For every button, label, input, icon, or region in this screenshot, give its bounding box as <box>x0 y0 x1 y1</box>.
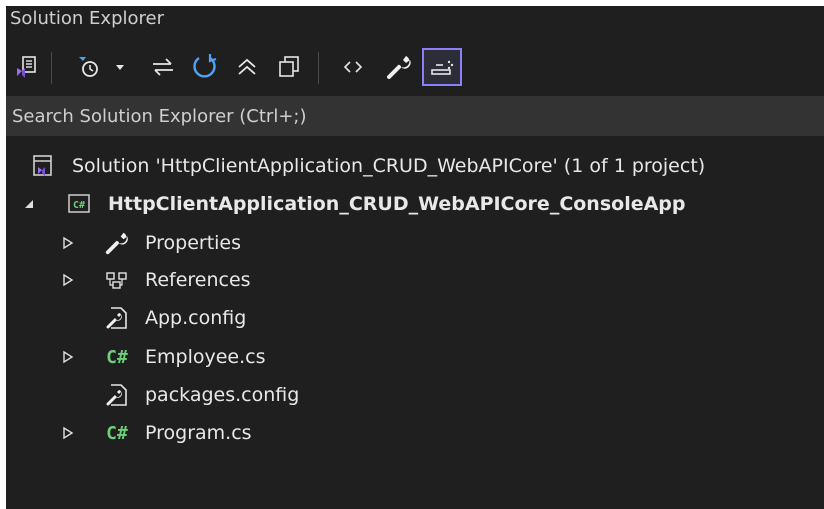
tree-node-packages-config[interactable]: packages.config <box>6 376 824 414</box>
chevron-down-icon[interactable] <box>110 48 130 86</box>
solution-icon <box>30 153 56 179</box>
svg-text:C#: C# <box>73 200 85 211</box>
show-all-files-active-icon[interactable] <box>422 48 462 86</box>
show-all-files-icon[interactable] <box>272 48 306 86</box>
item-label: App.config <box>145 307 247 329</box>
item-label: packages.config <box>145 384 300 406</box>
search-input[interactable] <box>6 96 824 136</box>
csharp-project-icon: C# <box>66 191 92 217</box>
collapse-all-icon[interactable] <box>230 48 264 86</box>
preview-code-icon[interactable] <box>336 48 370 86</box>
tree-node-project[interactable]: C# HttpClientApplication_CRUD_WebAPICore… <box>6 185 824 223</box>
toolbar <box>6 44 824 96</box>
references-icon <box>104 267 130 293</box>
expanded-arrow-icon[interactable] <box>22 197 36 211</box>
tree-node-employee-cs[interactable]: C# Employee.cs <box>6 338 824 376</box>
panel-title: Solution Explorer <box>10 8 164 29</box>
item-label: Employee.cs <box>145 346 266 368</box>
tree-node-solution[interactable]: Solution 'HttpClientApplication_CRUD_Web… <box>6 147 824 185</box>
config-file-icon <box>104 382 130 408</box>
sync-with-active-document-icon[interactable] <box>146 48 180 86</box>
collapsed-arrow-icon[interactable] <box>61 426 75 440</box>
config-file-icon <box>104 305 130 331</box>
tree-node-program-cs[interactable]: C# Program.cs <box>6 414 824 452</box>
tree-node-app-config[interactable]: App.config <box>6 299 824 337</box>
properties-wrench-icon[interactable] <box>382 48 416 86</box>
collapsed-arrow-icon[interactable] <box>61 350 75 364</box>
item-label: Properties <box>145 232 242 254</box>
project-label: HttpClientApplication_CRUD_WebAPICore_Co… <box>108 193 686 215</box>
csharp-file-icon: C# <box>106 422 128 444</box>
item-label: Program.cs <box>145 422 252 444</box>
collapsed-arrow-icon[interactable] <box>61 236 75 250</box>
tree-node-references[interactable]: References <box>6 261 824 299</box>
csharp-file-icon: C# <box>106 346 128 368</box>
tree-node-properties[interactable]: Properties <box>6 224 824 262</box>
refresh-icon[interactable] <box>188 48 222 86</box>
wrench-icon <box>104 230 130 256</box>
item-label: References <box>145 269 251 291</box>
solution-explorer-panel: Solution Explorer Search Solution Explor… <box>6 6 824 509</box>
switch-views-icon[interactable] <box>10 48 44 86</box>
pending-changes-filter-icon[interactable] <box>74 48 108 86</box>
collapsed-arrow-icon[interactable] <box>61 273 75 287</box>
solution-label: Solution 'HttpClientApplication_CRUD_Web… <box>72 155 706 177</box>
